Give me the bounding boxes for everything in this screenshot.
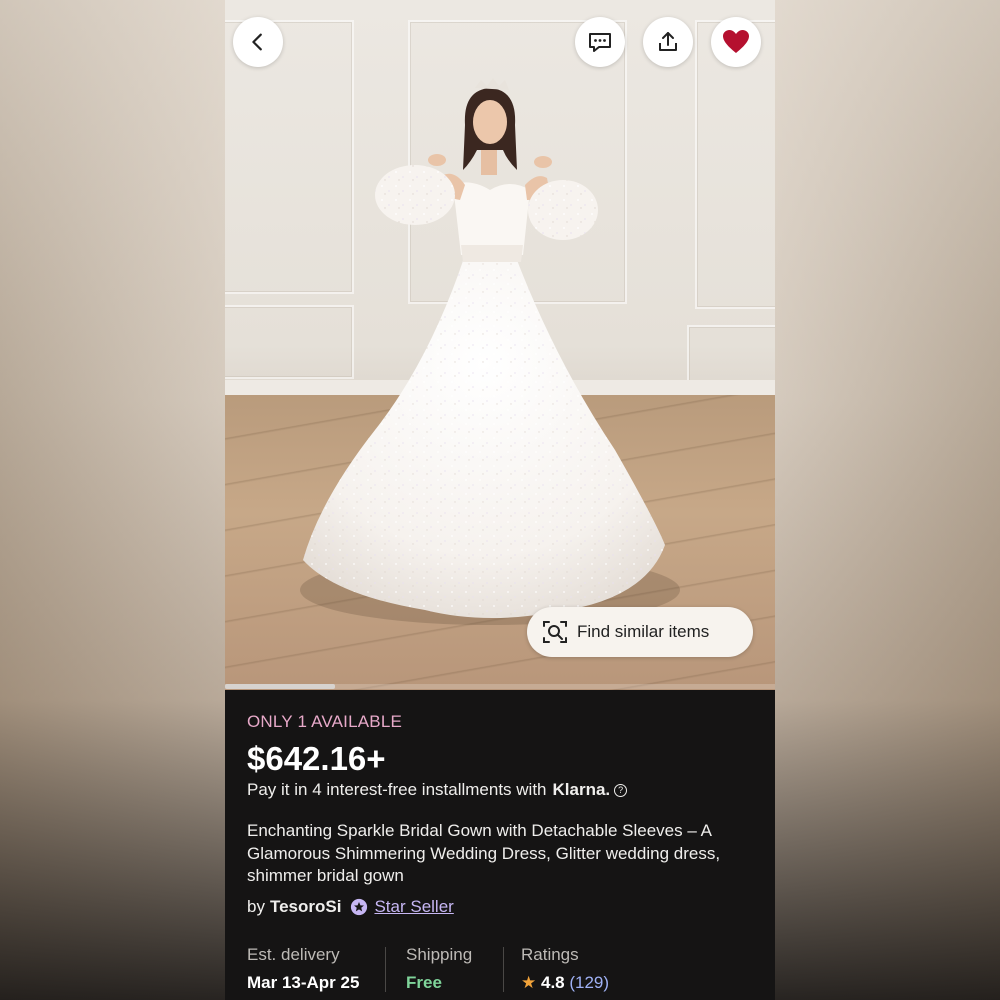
klarna-logo: Klarna.	[552, 780, 611, 799]
seller-name[interactable]: TesoroSi	[270, 897, 341, 917]
divider	[385, 947, 386, 992]
background-blur-right	[775, 0, 1000, 1000]
installments-text: Pay it in 4 interest-free installments w…	[247, 780, 547, 799]
bridal-gown-illustration	[300, 78, 680, 625]
seller-row: by TesoroSi Star Seller	[247, 897, 454, 917]
divider	[503, 947, 504, 992]
ratings-value: 4.8	[540, 973, 565, 992]
product-title: Enchanting Sparkle Bridal Gown with Deta…	[247, 821, 721, 885]
back-button[interactable]	[233, 17, 283, 67]
ratings-value-row[interactable]: ★ 4.8 (129)	[521, 973, 609, 993]
message-icon	[589, 33, 611, 52]
ratings-count[interactable]: (129)	[569, 973, 609, 992]
shipping-info: Shipping Free	[406, 945, 472, 1000]
delivery-label: Est. delivery	[247, 945, 340, 964]
product-price: $642.16+	[247, 740, 386, 777]
share-button[interactable]	[643, 17, 693, 67]
question-icon[interactable]: ?	[614, 783, 628, 797]
listing-screen: Find similar items ONLY 1 AVAILABLE $642…	[225, 0, 775, 1000]
find-similar-button[interactable]: Find similar items	[527, 607, 753, 657]
ratings-label: Ratings	[521, 945, 579, 964]
share-icon	[659, 32, 677, 51]
availability-notice: ONLY 1 AVAILABLE	[247, 712, 403, 731]
rating-star-icon: ★	[521, 973, 537, 992]
product-photo[interactable]: Find similar items	[225, 0, 775, 690]
shipping-value: Free	[406, 973, 442, 992]
installments-info[interactable]: Pay it in 4 interest-free installments w…	[247, 780, 628, 800]
find-similar-label: Find similar items	[577, 622, 710, 641]
product-details: ONLY 1 AVAILABLE $642.16+ Pay it in 4 in…	[225, 690, 775, 1000]
carousel-progress	[225, 684, 335, 689]
seller-prefix: by	[247, 897, 265, 916]
heart-icon	[723, 30, 749, 53]
favorite-button[interactable]	[711, 17, 761, 67]
star-seller-link[interactable]: Star Seller	[374, 897, 453, 917]
star-seller-icon	[351, 898, 368, 916]
chevron-left-icon	[252, 33, 262, 51]
visual-search-icon	[543, 621, 567, 643]
ratings-info[interactable]: Ratings ★ 4.8 (129)	[521, 945, 609, 1000]
shipping-label: Shipping	[406, 945, 473, 964]
delivery-info: Est. delivery Mar 13-Apr 25	[247, 945, 359, 1000]
message-seller-button[interactable]	[575, 17, 625, 67]
delivery-value: Mar 13-Apr 25	[247, 973, 360, 992]
background-blur-left	[0, 0, 225, 1000]
